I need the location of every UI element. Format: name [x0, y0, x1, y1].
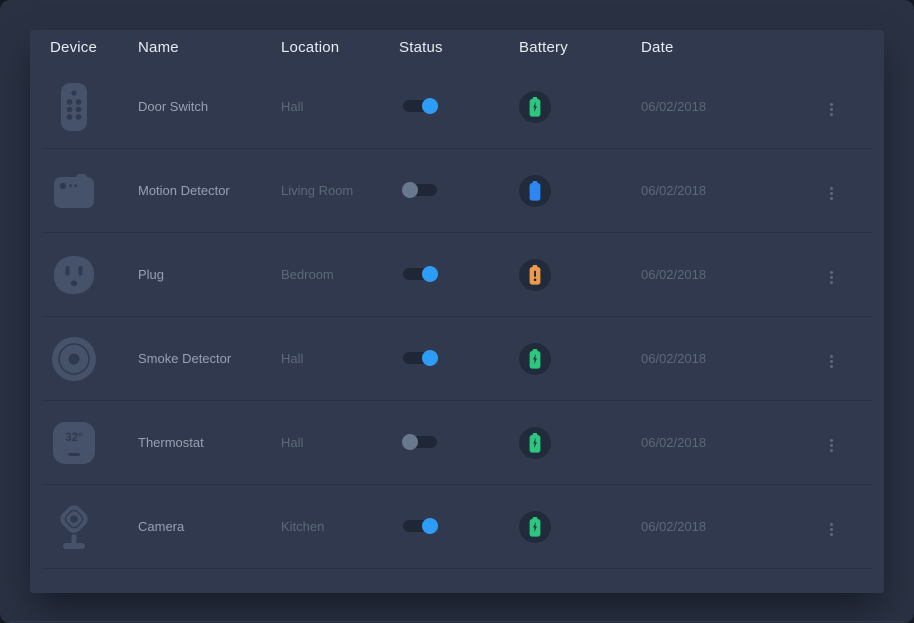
remote-icon	[50, 80, 98, 134]
device-location: Living Room	[281, 183, 399, 198]
column-header-status: Status	[399, 39, 519, 56]
toggle-knob	[402, 434, 418, 450]
table-row: Motion Detector Living Room 06/02/2018	[30, 149, 884, 232]
battery-charging-icon	[519, 343, 551, 375]
motion-detector-icon	[50, 164, 98, 218]
camera-icon	[50, 500, 98, 554]
column-header-date: Date	[641, 39, 812, 56]
kebab-menu-icon[interactable]	[824, 182, 839, 205]
column-header-location: Location	[281, 39, 399, 56]
toggle-knob	[422, 98, 438, 114]
kebab-menu-icon[interactable]	[824, 350, 839, 373]
column-header-device: Device	[50, 39, 138, 56]
plug-icon	[50, 248, 98, 302]
device-name: Door Switch	[138, 99, 281, 114]
device-date: 06/02/2018	[641, 267, 812, 282]
table-row: Door Switch Hall 06/02/2018	[30, 65, 884, 148]
app-window: Device Name Location Status Battery Date…	[0, 0, 914, 623]
status-toggle[interactable]	[403, 268, 437, 280]
status-toggle[interactable]	[403, 520, 437, 532]
svg-text:32°: 32°	[65, 432, 83, 444]
smoke-detector-icon	[50, 332, 98, 386]
devices-table-card: Device Name Location Status Battery Date…	[30, 30, 884, 593]
column-header-name: Name	[138, 39, 281, 56]
status-toggle[interactable]	[403, 436, 437, 448]
kebab-menu-icon[interactable]	[824, 434, 839, 457]
table-body: Door Switch Hall 06/02/2018 Motion Detec…	[30, 65, 884, 569]
device-name: Thermostat	[138, 435, 281, 450]
row-divider	[42, 568, 872, 569]
device-name: Camera	[138, 519, 281, 534]
column-header-battery: Battery	[519, 39, 641, 56]
device-location: Bedroom	[281, 267, 399, 282]
device-date: 06/02/2018	[641, 99, 812, 114]
table-header: Device Name Location Status Battery Date	[30, 30, 884, 65]
battery-charging-icon	[519, 91, 551, 123]
status-toggle[interactable]	[403, 100, 437, 112]
thermostat-icon: 32°	[50, 416, 98, 470]
device-location: Hall	[281, 351, 399, 366]
battery-charging-icon	[519, 427, 551, 459]
toggle-knob	[422, 266, 438, 282]
battery-full-icon	[519, 175, 551, 207]
device-date: 06/02/2018	[641, 519, 812, 534]
device-name: Motion Detector	[138, 183, 281, 198]
toggle-knob	[422, 350, 438, 366]
table-row: Camera Kitchen 06/02/2018	[30, 485, 884, 568]
status-toggle[interactable]	[403, 352, 437, 364]
status-toggle[interactable]	[403, 184, 437, 196]
toggle-knob	[402, 182, 418, 198]
device-name: Plug	[138, 267, 281, 282]
table-row: Plug Bedroom 06/02/2018	[30, 233, 884, 316]
battery-low-icon	[519, 259, 551, 291]
kebab-menu-icon[interactable]	[824, 518, 839, 541]
device-date: 06/02/2018	[641, 183, 812, 198]
device-date: 06/02/2018	[641, 351, 812, 366]
table-row: 32° Thermostat Hall 06/02/2018	[30, 401, 884, 484]
device-location: Kitchen	[281, 519, 399, 534]
window-bottom-edge	[10, 621, 904, 622]
device-date: 06/02/2018	[641, 435, 812, 450]
device-location: Hall	[281, 99, 399, 114]
device-location: Hall	[281, 435, 399, 450]
battery-charging-icon	[519, 511, 551, 543]
toggle-knob	[422, 518, 438, 534]
device-name: Smoke Detector	[138, 351, 281, 366]
table-row: Smoke Detector Hall 06/02/2018	[30, 317, 884, 400]
kebab-menu-icon[interactable]	[824, 266, 839, 289]
kebab-menu-icon[interactable]	[824, 98, 839, 121]
